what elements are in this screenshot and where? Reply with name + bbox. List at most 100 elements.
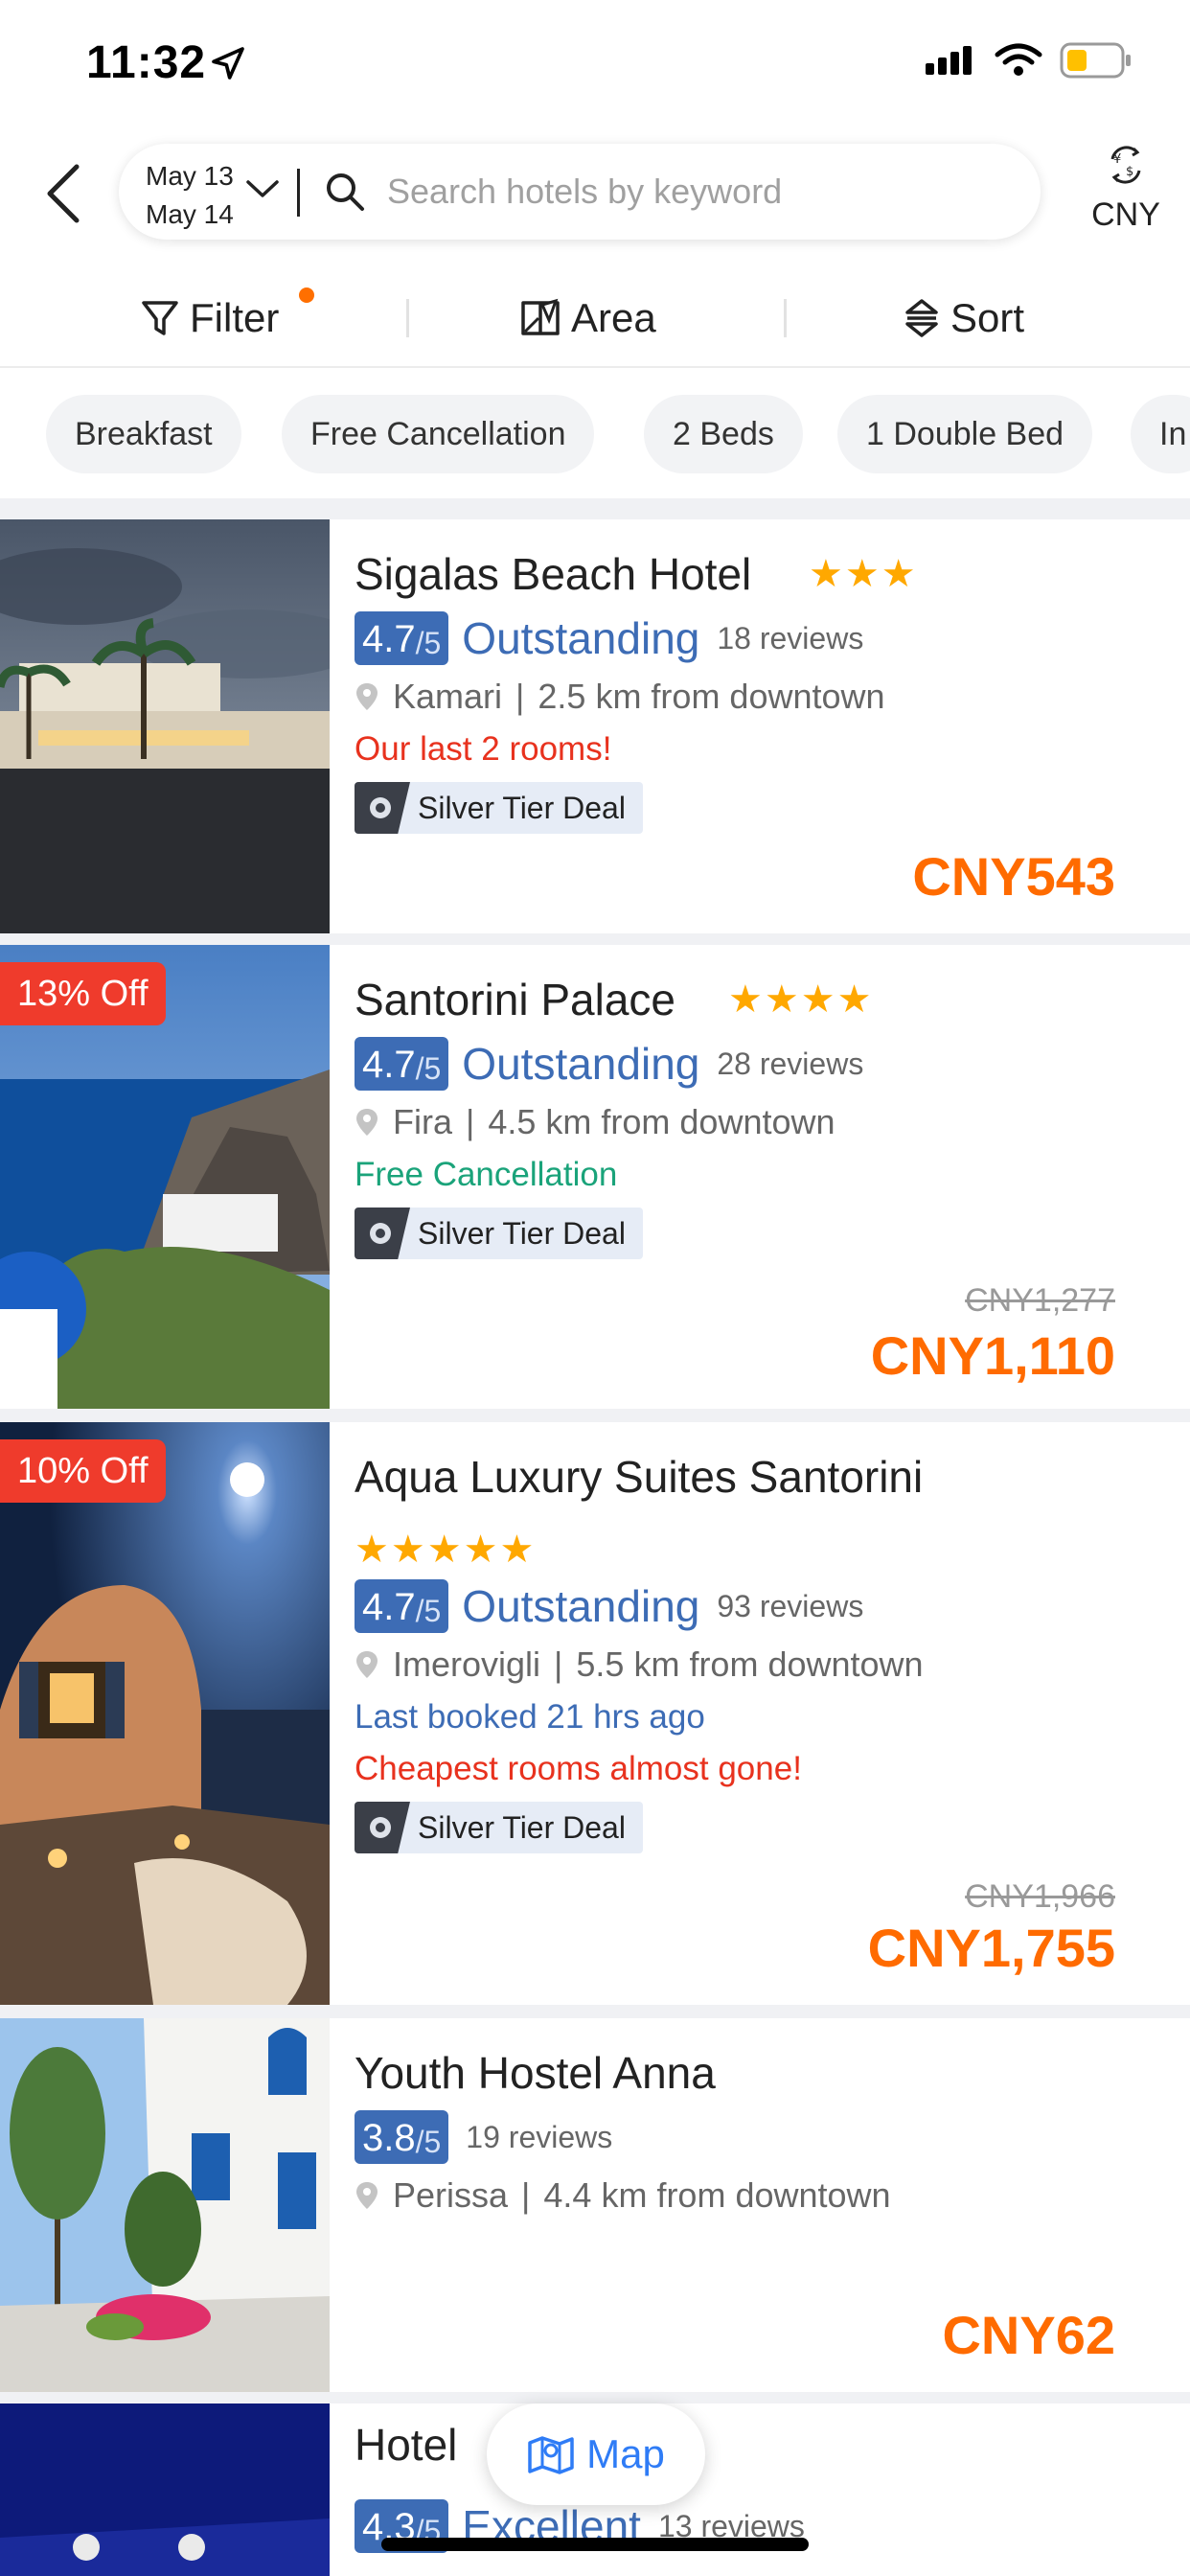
- status-bar: 11:32: [0, 0, 1190, 125]
- hotel-card-youth-hostel-anna[interactable]: Youth Hostel Anna 3.8/5 19 reviews Peris…: [0, 2018, 1190, 2392]
- pin-icon: [356, 2182, 378, 2209]
- filter-button[interactable]: Filter: [140, 289, 279, 347]
- price: CNY1,110: [870, 1325, 1115, 1386]
- pin-icon: [356, 683, 378, 710]
- discount-badge: 13% Off: [0, 962, 166, 1025]
- search-icon: [327, 173, 364, 211]
- review-score: 4.7/5 Outstanding 93 reviews: [355, 1579, 863, 1633]
- checkout-date: May 14: [146, 199, 234, 229]
- svg-text:¥: ¥: [1113, 152, 1121, 167]
- hotel-card-santorini-palace[interactable]: 13% Off Santorini Palace ★★★★ 4.7/5 Outs…: [0, 945, 1190, 1409]
- currency-icon: ¥ $: [1110, 146, 1141, 184]
- star-rating: ★★★★: [728, 978, 874, 1021]
- location-distance: 2.5 km from downtown: [538, 677, 885, 716]
- hotel-name: Sigalas Beach Hotel: [355, 549, 752, 599]
- review-count: 19 reviews: [466, 2119, 613, 2154]
- hotel-photo[interactable]: [0, 2018, 330, 2392]
- map-button[interactable]: Map: [487, 2404, 705, 2505]
- area-map-icon: [521, 298, 560, 335]
- divider: [0, 2392, 1190, 2404]
- score-badge: 3.8/5: [355, 2110, 449, 2164]
- search-bar: May 13 May 14: [119, 144, 1041, 240]
- hotel-card-sigalas-beach-hotel[interactable]: Sigalas Beach Hotel ★★★ 4.7/5 Outstandin…: [0, 519, 1190, 933]
- area-label: Area: [571, 295, 656, 340]
- hotel-name: Aqua Luxury Suites Santorini: [355, 1452, 924, 1502]
- location-area: Imerovigli: [393, 1644, 541, 1684]
- home-indicator: [381, 2538, 809, 2551]
- status-time: 11:32: [86, 37, 207, 88]
- location-area: Fira: [393, 1102, 452, 1141]
- divider: [0, 498, 1190, 519]
- hotel-name: Santorini Palace: [355, 975, 675, 1024]
- availability-note: Cheapest rooms almost gone!: [355, 1750, 802, 1787]
- sort-label: Sort: [950, 295, 1025, 340]
- hotel-photo[interactable]: [0, 519, 330, 933]
- location-arrow-icon: [212, 47, 244, 80]
- map-icon: [528, 2436, 574, 2474]
- back-icon: [47, 164, 80, 223]
- deal-badge-icon: [355, 1802, 410, 1853]
- original-price: CNY1,966: [965, 1878, 1115, 1915]
- location-area: Perissa: [393, 2175, 509, 2215]
- location-line: Perissa | 4.4 km from downtown: [355, 2175, 891, 2216]
- discount-badge: 10% Off: [0, 1439, 166, 1503]
- chip-free-cancellation[interactable]: Free Cancellation: [282, 395, 595, 473]
- hotel-name: Youth Hostel Anna: [355, 2048, 716, 2098]
- location-distance: 5.5 km from downtown: [576, 1644, 924, 1684]
- rating-word: Outstanding: [462, 1581, 700, 1631]
- silver-tier-deal-badge: Silver Tier Deal: [355, 782, 643, 834]
- location-distance: 4.4 km from downtown: [543, 2175, 891, 2215]
- area-button[interactable]: Area: [519, 289, 656, 347]
- chip-breakfast[interactable]: Breakfast: [46, 395, 241, 473]
- top-nav: May 13 May 14 ¥ $ CNY: [0, 134, 1190, 249]
- signal-icon: [926, 46, 972, 75]
- availability-note: Our last 2 rooms!: [355, 730, 612, 768]
- wifi-icon: [995, 43, 1042, 76]
- free-cancellation-note: Free Cancellation: [355, 1156, 618, 1193]
- divider: [0, 933, 1190, 945]
- location-line: Imerovigli | 5.5 km from downtown: [355, 1644, 924, 1685]
- location-area: Kamari: [393, 677, 503, 716]
- review-count: 93 reviews: [717, 1588, 864, 1623]
- currency-button[interactable]: ¥ $ CNY: [1073, 144, 1179, 240]
- location-line: Kamari | 2.5 km from downtown: [355, 677, 885, 717]
- hotel-photo[interactable]: [0, 2404, 330, 2576]
- divider: [784, 299, 787, 337]
- divider: [406, 299, 409, 337]
- divider: [0, 1409, 1190, 1422]
- deal-label: Silver Tier Deal: [418, 1809, 626, 1845]
- chevron-down-icon[interactable]: [245, 178, 280, 199]
- date-picker[interactable]: May 13 May 14: [146, 157, 234, 234]
- star-rating: ★★★: [809, 553, 918, 595]
- price: CNY62: [942, 2305, 1115, 2365]
- star-rating: ★★★★★: [355, 1529, 537, 1571]
- rating-word: Outstanding: [462, 1039, 700, 1089]
- price: CNY543: [912, 846, 1115, 907]
- hotel-card-aqua-luxury-suites[interactable]: 10% Off Aqua Luxury Suites Santorini ★★★…: [0, 1422, 1190, 2005]
- last-booked-note: Last booked 21 hrs ago: [355, 1698, 705, 1736]
- chip-2-beds[interactable]: 2 Beds: [644, 395, 803, 473]
- filter-indicator-dot: [299, 288, 314, 303]
- review-score: 4.7/5 Outstanding 18 reviews: [355, 611, 863, 665]
- pin-icon: [356, 1651, 378, 1678]
- deal-badge-icon: [355, 782, 410, 834]
- battery-icon: [1060, 42, 1131, 79]
- hotel-name: Hotel: [355, 2420, 458, 2470]
- filter-bar: Filter Area Sort: [0, 270, 1190, 368]
- map-label: Map: [586, 2431, 665, 2476]
- deal-label: Silver Tier Deal: [418, 1215, 626, 1251]
- pin-icon: [356, 1109, 378, 1136]
- chip-in[interactable]: In: [1131, 395, 1190, 473]
- review-count: 28 reviews: [717, 1046, 864, 1081]
- location-line: Fira | 4.5 km from downtown: [355, 1102, 835, 1142]
- hotel-photo[interactable]: 13% Off: [0, 945, 330, 1409]
- checkin-date: May 13: [146, 161, 234, 191]
- hotel-photo[interactable]: 10% Off: [0, 1422, 330, 2005]
- review-score: 4.7/5 Outstanding 28 reviews: [355, 1037, 863, 1091]
- filter-label: Filter: [190, 295, 280, 340]
- sort-button[interactable]: Sort: [903, 289, 1024, 347]
- back-button[interactable]: [34, 157, 92, 230]
- price: CNY1,755: [867, 1918, 1115, 1978]
- chip-1-double-bed[interactable]: 1 Double Bed: [837, 395, 1093, 473]
- search-input[interactable]: [387, 165, 981, 218]
